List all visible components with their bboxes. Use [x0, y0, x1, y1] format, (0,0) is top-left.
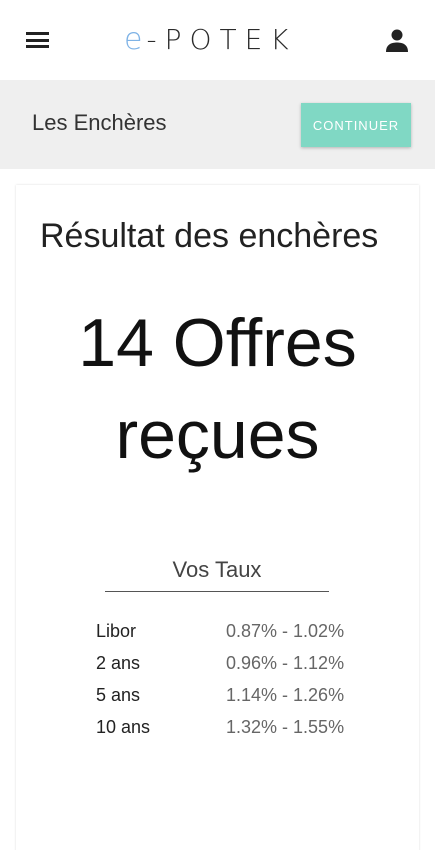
rate-label: 5 ans [96, 684, 141, 705]
top-app-bar: e -POTEK [0, 0, 435, 80]
rate-label: Libor [96, 620, 137, 641]
rate-row: 2 ans 0.96% - 1.12% [96, 647, 356, 679]
rate-value: 0.87% - 1.02% [226, 620, 345, 641]
rate-row: 10 ans 1.32% - 1.55% [96, 711, 356, 743]
logo-text: -POTEK [146, 23, 297, 56]
card-title: Résultat des enchères [40, 217, 379, 255]
continue-button[interactable]: CONTINUER [301, 103, 411, 147]
page-header-bar: Les Enchères CONTINUER [0, 80, 435, 169]
rate-label: 10 ans [96, 716, 151, 737]
rate-value: 1.32% - 1.55% [226, 716, 345, 737]
offers-count-line1: 14 Offres [78, 305, 357, 381]
rate-value: 1.14% - 1.26% [226, 684, 345, 705]
rate-row: 5 ans 1.14% - 1.26% [96, 679, 356, 711]
results-card: Résultat des enchères 14 Offres reçues V… [16, 185, 419, 850]
rates-heading: Vos Taux [105, 557, 329, 592]
person-icon[interactable] [386, 28, 408, 52]
offers-count: 14 Offres reçues [16, 297, 419, 481]
menu-icon[interactable] [26, 31, 50, 49]
page-title: Les Enchères [32, 110, 167, 135]
rate-label: 2 ans [96, 652, 141, 673]
offers-count-line2: reçues [115, 397, 320, 473]
rate-row: Libor 0.87% - 1.02% [96, 615, 356, 647]
logo-accent: e [124, 22, 147, 57]
rate-value: 0.96% - 1.12% [226, 652, 345, 673]
app-logo[interactable]: e -POTEK [124, 24, 297, 56]
rates-table: Libor 0.87% - 1.02% 2 ans 0.96% - 1.12% … [96, 615, 356, 743]
